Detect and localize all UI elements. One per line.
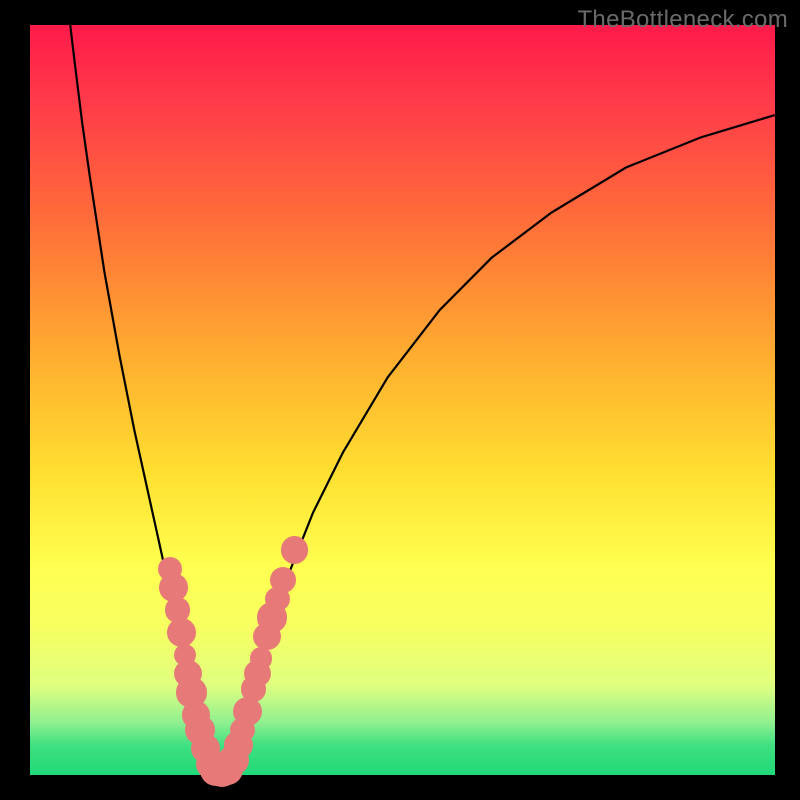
bottleneck-curve (30, 25, 775, 775)
data-dot (281, 536, 308, 563)
plot-area (30, 25, 775, 775)
data-dot (167, 618, 196, 647)
chart-container: TheBottleneck.com (0, 0, 800, 800)
watermark-text: TheBottleneck.com (577, 6, 788, 34)
data-dot (270, 567, 296, 593)
